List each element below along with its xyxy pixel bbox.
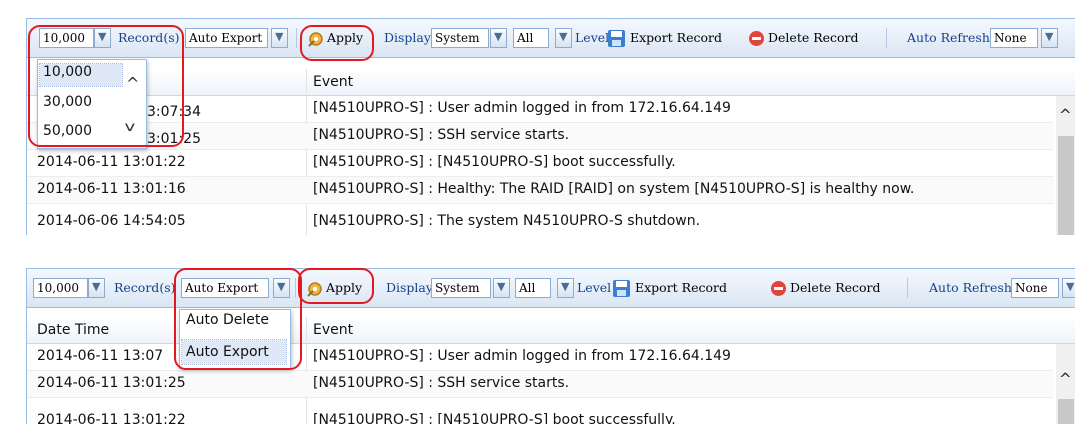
- column-header-event[interactable]: Event: [313, 322, 353, 338]
- action-select[interactable]: Auto Export: [185, 28, 268, 48]
- display-select[interactable]: System: [431, 278, 491, 298]
- grid-header: Event: [27, 69, 1075, 96]
- event-cell: [N4510UPRO-S] : SSH service starts.: [313, 375, 570, 391]
- toolbar: 10,000 ▼ Record(s) Auto Export ▼ Apply D…: [27, 19, 1075, 58]
- display-select[interactable]: System: [431, 28, 489, 48]
- auto-refresh-select[interactable]: None: [1011, 278, 1059, 298]
- datetime-cell: 2014-06-11 13:01:22: [37, 154, 186, 170]
- action-select-trigger[interactable]: ▼: [271, 28, 288, 48]
- delete-circle-icon: [748, 30, 765, 51]
- delete-record-button[interactable]: Delete Record: [768, 30, 859, 45]
- event-cell: [N4510UPRO-S] : User admin logged in fro…: [313, 348, 731, 364]
- records-select[interactable]: 10,000: [33, 278, 88, 298]
- toolbar-separator: [296, 28, 297, 48]
- scroll-thumb[interactable]: [1058, 136, 1074, 235]
- level-label: Level: [575, 30, 610, 45]
- datetime-cell: 2014-06-11 13:01:16: [37, 181, 186, 197]
- display-select-trigger[interactable]: ▼: [493, 278, 510, 298]
- highlight-callout: [174, 268, 302, 370]
- table-row[interactable]: 2014-06-11 13:01:16 [N4510UPRO-S] : Heal…: [27, 177, 1054, 204]
- vertical-scrollbar[interactable]: ^: [1056, 344, 1075, 424]
- export-record-button[interactable]: Export Record: [635, 280, 727, 295]
- datetime-cell: 2014-06-11 13:01:22: [37, 412, 186, 424]
- event-cell: [N4510UPRO-S] : The system N4510UPRO-S s…: [313, 213, 701, 229]
- delete-record-button[interactable]: Delete Record: [790, 280, 881, 295]
- level-label: Level: [577, 280, 612, 295]
- scroll-up-icon[interactable]: ^: [1059, 106, 1072, 124]
- chevron-down-icon: ▼: [497, 280, 506, 293]
- records-select-trigger[interactable]: ▼: [88, 278, 105, 298]
- export-disk-icon: [607, 29, 626, 52]
- toolbar-separator: [907, 278, 908, 298]
- export-record-button[interactable]: Export Record: [630, 30, 722, 45]
- chevron-down-icon: ▼: [559, 30, 568, 43]
- vertical-scrollbar[interactable]: ^: [1056, 96, 1075, 235]
- table-row[interactable]: 2014-06-11 13:01:22 [N4510UPRO-S] : [N45…: [27, 398, 1054, 424]
- level-select-trigger[interactable]: ▼: [555, 28, 572, 48]
- table-row[interactable]: 2014-06-06 14:54:05 [N4510UPRO-S] : The …: [27, 204, 1054, 235]
- auto-refresh-trigger[interactable]: ▼: [1062, 278, 1075, 298]
- chevron-down-icon: ▼: [1045, 30, 1054, 43]
- column-header-datetime[interactable]: Date Time: [37, 322, 109, 338]
- chevron-down-icon: ▼: [494, 30, 503, 43]
- level-select[interactable]: All: [515, 278, 551, 298]
- datetime-cell: 2014-06-11 13:01:25: [37, 375, 186, 391]
- auto-refresh-trigger[interactable]: ▼: [1041, 28, 1058, 48]
- event-cell: [N4510UPRO-S] : SSH service starts.: [313, 127, 570, 143]
- datetime-cell-partial: 2014-06-11 13:07: [37, 348, 164, 364]
- delete-circle-icon: [770, 280, 787, 301]
- chevron-down-icon: ▼: [1066, 280, 1075, 293]
- display-label: Display: [384, 30, 431, 45]
- column-header-event[interactable]: Event: [313, 74, 353, 90]
- highlight-callout: [28, 25, 184, 147]
- event-cell: [N4510UPRO-S] : Healthy: The RAID [RAID]…: [313, 181, 915, 197]
- records-label: Record(s): [114, 280, 176, 295]
- event-cell: [N4510UPRO-S] : User admin logged in fro…: [313, 100, 731, 116]
- highlight-callout: [300, 25, 374, 61]
- event-cell: [N4510UPRO-S] : [N4510UPRO-S] boot succe…: [313, 412, 676, 424]
- auto-refresh-label: Auto Refresh: [907, 30, 990, 45]
- highlight-callout: [298, 268, 374, 304]
- level-select-trigger[interactable]: ▼: [557, 278, 574, 298]
- table-row[interactable]: 2014-06-11 13:01:22 [N4510UPRO-S] : [N45…: [27, 150, 1054, 177]
- table-row[interactable]: 2014-06-11 13:01:25 [N4510UPRO-S] : SSH …: [27, 371, 1054, 398]
- toolbar-separator: [886, 28, 887, 48]
- chevron-down-icon: ▼: [275, 30, 284, 43]
- auto-refresh-select[interactable]: None: [990, 28, 1038, 48]
- chevron-down-icon: ▼: [92, 280, 101, 293]
- display-label: Display: [386, 280, 433, 295]
- datetime-cell: 2014-06-06 14:54:05: [37, 213, 186, 229]
- export-disk-icon: [612, 279, 631, 302]
- display-select-trigger[interactable]: ▼: [490, 28, 507, 48]
- event-cell: [N4510UPRO-S] : [N4510UPRO-S] boot succe…: [313, 154, 676, 170]
- auto-refresh-label: Auto Refresh: [929, 280, 1012, 295]
- scroll-thumb[interactable]: [1058, 399, 1074, 424]
- level-select[interactable]: All: [513, 28, 549, 48]
- chevron-down-icon: ▼: [561, 280, 570, 293]
- scroll-up-icon[interactable]: ^: [1059, 370, 1072, 388]
